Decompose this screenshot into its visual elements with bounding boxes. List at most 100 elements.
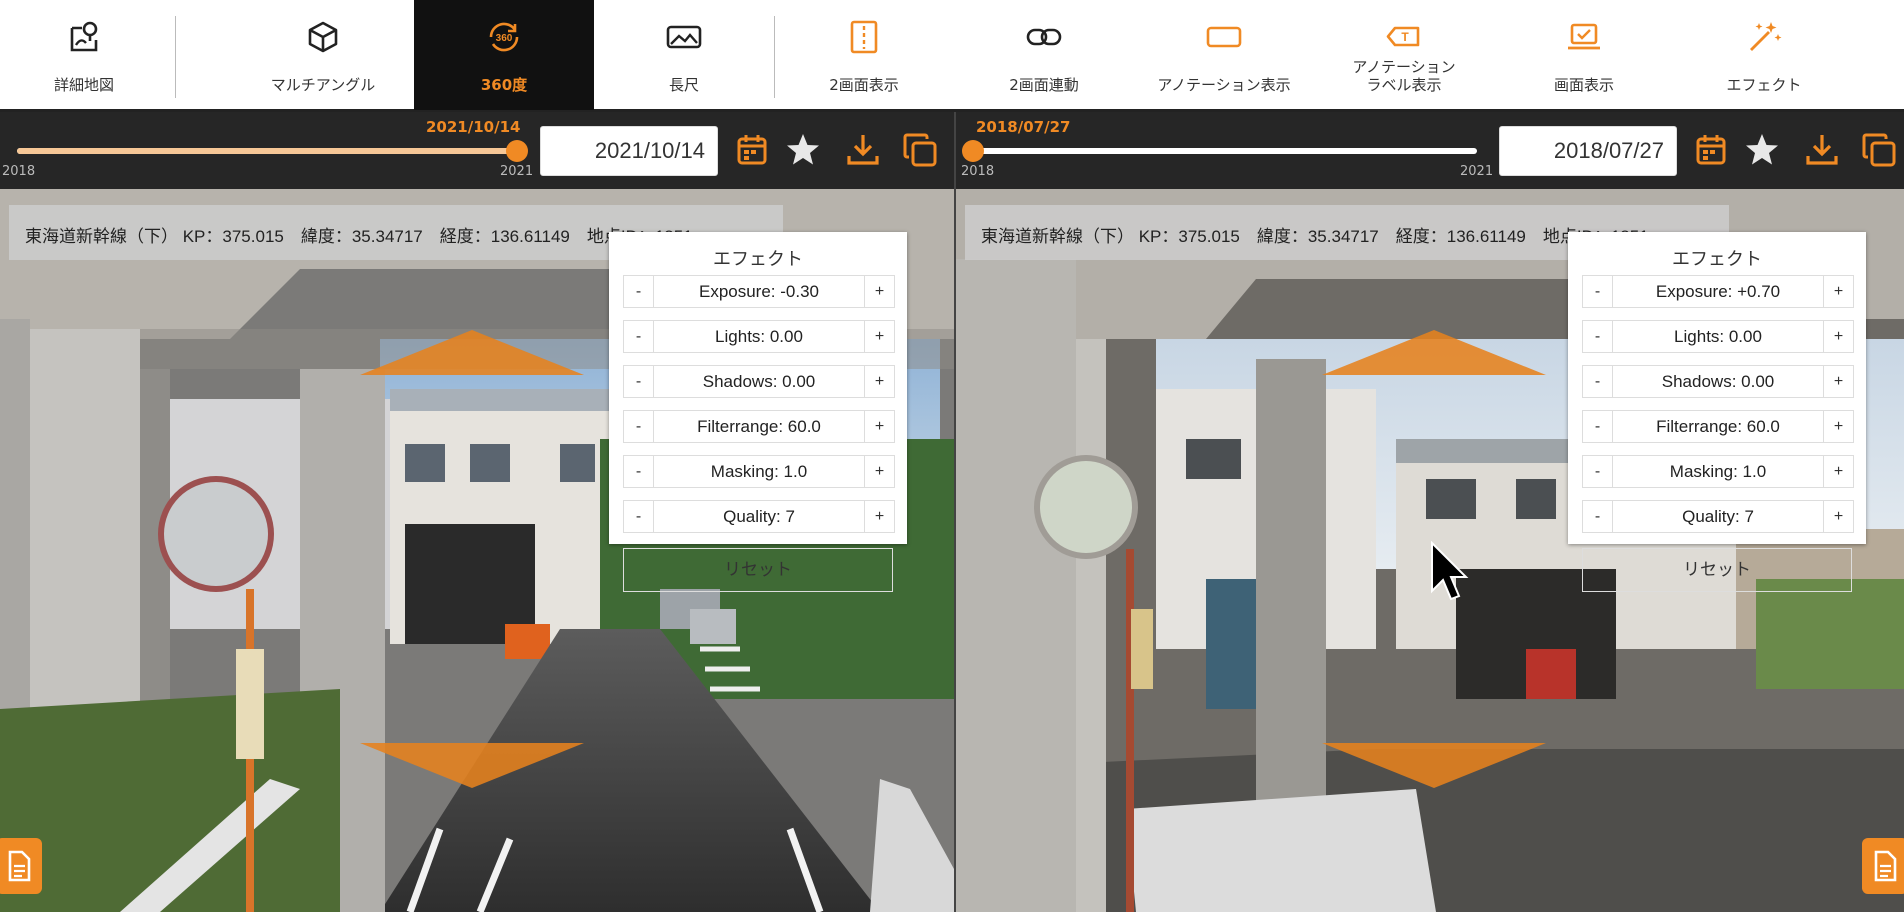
increase-button[interactable]: + xyxy=(1823,321,1853,352)
date-field[interactable]: 2018/07/27 xyxy=(1499,126,1677,176)
panorama-icon xyxy=(666,25,702,49)
effect-value: Shadows: 0.00 xyxy=(702,372,816,391)
svg-text:T: T xyxy=(1401,30,1409,44)
reset-button[interactable]: リセット xyxy=(1582,548,1852,592)
slider-knob-date: 2021/10/14 xyxy=(426,118,521,136)
panorama-view[interactable]: 東海道新幹線（下） KP：375.015 緯度：35.34717 経度：136.… xyxy=(956,189,1904,912)
increase-button[interactable]: + xyxy=(864,456,894,487)
decrease-button[interactable]: - xyxy=(1583,456,1613,487)
laptop-check-icon xyxy=(1568,23,1600,50)
tool-multi-angle[interactable]: マルチアングル xyxy=(233,0,413,110)
tool-detail-map[interactable]: 詳細地図 xyxy=(0,0,174,110)
tool-label: 画面表示 xyxy=(1553,76,1614,94)
increase-button[interactable]: + xyxy=(864,411,894,442)
decrease-button[interactable]: - xyxy=(624,366,654,397)
calendar-icon[interactable] xyxy=(1691,130,1731,170)
increase-button[interactable]: + xyxy=(1823,276,1853,307)
increase-button[interactable]: + xyxy=(1823,456,1853,487)
mouse-cursor-icon xyxy=(1431,541,1469,601)
tool-split-link[interactable]: 2画面連動 xyxy=(954,0,1134,110)
effect-row-masking: - Masking: 1.0 + xyxy=(1582,455,1854,488)
effect-panel: エフェクト - Exposure: -0.30 + - Lights: 0.00… xyxy=(609,232,907,592)
document-button[interactable] xyxy=(1862,838,1904,894)
star-icon[interactable] xyxy=(783,130,823,170)
tool-annotation-label[interactable]: T アノテーション ラベル表示 xyxy=(1314,0,1494,110)
date-slider[interactable] xyxy=(962,140,1477,162)
download-icon[interactable] xyxy=(843,130,883,170)
tool-effect[interactable]: エフェクト xyxy=(1674,0,1854,110)
effect-row-shadows: - Shadows: 0.00 + xyxy=(1582,365,1854,398)
split-screen-icon xyxy=(850,20,878,54)
date-field[interactable]: 2021/10/14 xyxy=(540,126,718,176)
date-slider[interactable] xyxy=(17,140,528,162)
effect-value: Quality: 7 xyxy=(1682,507,1754,526)
timeline-bar: 2021/10/14 2018 2021 2021/10/14 xyxy=(0,112,954,189)
slider-max-label: 2021 xyxy=(500,164,534,179)
effect-value: Shadows: 0.00 xyxy=(1661,372,1775,391)
main-toolbar: 詳細地図 マルチアングル 360 360度 長尺 2画面表示 2画面連動 アノテ… xyxy=(0,0,1904,112)
decrease-button[interactable]: - xyxy=(624,456,654,487)
tool-label: エフェクト xyxy=(1726,76,1802,94)
tool-long-scale[interactable]: 長尺 xyxy=(594,0,774,110)
map-pin-icon xyxy=(70,21,98,52)
left-viewer-pane: 2021/10/14 2018 2021 2021/10/14 東海道新幹線（下… xyxy=(0,112,954,912)
effect-row-exposure: - Exposure: +0.70 + xyxy=(1582,275,1854,308)
slider-knob[interactable] xyxy=(962,140,984,162)
decrease-button[interactable]: - xyxy=(1583,411,1613,442)
document-button[interactable] xyxy=(0,838,42,894)
move-forward-arrow[interactable] xyxy=(360,330,584,375)
move-forward-arrow[interactable] xyxy=(1322,330,1546,375)
tool-split-screen[interactable]: 2画面表示 xyxy=(774,0,954,110)
effect-row-filterrange: - Filterrange: 60.0 + xyxy=(1582,410,1854,443)
tool-label-line2: ラベル表示 xyxy=(1366,76,1442,94)
svg-text:360: 360 xyxy=(496,33,513,44)
increase-button[interactable]: + xyxy=(1823,411,1853,442)
tool-label: マルチアングル xyxy=(270,76,376,94)
increase-button[interactable]: + xyxy=(864,501,894,532)
move-backward-arrow[interactable] xyxy=(1322,743,1546,788)
decrease-button[interactable]: - xyxy=(624,411,654,442)
tool-annotation-display[interactable]: アノテーション表示 xyxy=(1134,0,1314,110)
copy-icon[interactable] xyxy=(1859,130,1899,170)
decrease-button[interactable]: - xyxy=(624,321,654,352)
decrease-button[interactable]: - xyxy=(624,501,654,532)
tool-label: アノテーション表示 xyxy=(1157,76,1291,94)
tool-360[interactable]: 360 360度 xyxy=(414,0,594,110)
decrease-button[interactable]: - xyxy=(1583,501,1613,532)
effect-row-exposure: - Exposure: -0.30 + xyxy=(623,275,895,308)
magic-wand-icon xyxy=(1750,22,1782,51)
slider-knob-date: 2018/07/27 xyxy=(976,118,1071,136)
star-icon[interactable] xyxy=(1742,130,1782,170)
effect-row-quality: - Quality: 7 + xyxy=(1582,500,1854,533)
slider-knob[interactable] xyxy=(506,140,528,162)
effect-value: Filterrange: 60.0 xyxy=(697,417,821,436)
download-icon[interactable] xyxy=(1802,130,1842,170)
effect-row-shadows: - Shadows: 0.00 + xyxy=(623,365,895,398)
effect-value: Quality: 7 xyxy=(723,507,795,526)
copy-icon[interactable] xyxy=(900,130,940,170)
increase-button[interactable]: + xyxy=(864,276,894,307)
reset-button[interactable]: リセット xyxy=(623,548,893,592)
increase-button[interactable]: + xyxy=(1823,501,1853,532)
effect-value: Exposure: +0.70 xyxy=(1655,282,1781,301)
decrease-button[interactable]: - xyxy=(1583,321,1613,352)
cube-icon xyxy=(308,21,338,53)
decrease-button[interactable]: - xyxy=(1583,366,1613,397)
increase-button[interactable]: + xyxy=(1823,366,1853,397)
panorama-view[interactable]: 東海道新幹線（下） KP：375.015 緯度：35.34717 経度：136.… xyxy=(0,189,954,912)
move-backward-arrow[interactable] xyxy=(360,743,584,788)
calendar-icon[interactable] xyxy=(732,130,772,170)
tool-screen-display[interactable]: 画面表示 xyxy=(1494,0,1674,110)
effect-value: Lights: 0.00 xyxy=(715,327,803,346)
effect-value: Masking: 1.0 xyxy=(1669,462,1767,481)
effect-value: Masking: 1.0 xyxy=(710,462,808,481)
timeline-bar: 2018/07/27 2018 2021 2018/07/27 xyxy=(956,112,1904,189)
effect-row-masking: - Masking: 1.0 + xyxy=(623,455,895,488)
decrease-button[interactable]: - xyxy=(624,276,654,307)
decrease-button[interactable]: - xyxy=(1583,276,1613,307)
effect-row-lights: - Lights: 0.00 + xyxy=(1582,320,1854,353)
tool-label: 2画面連動 xyxy=(1009,76,1079,94)
effect-row-lights: - Lights: 0.00 + xyxy=(623,320,895,353)
increase-button[interactable]: + xyxy=(864,321,894,352)
increase-button[interactable]: + xyxy=(864,366,894,397)
